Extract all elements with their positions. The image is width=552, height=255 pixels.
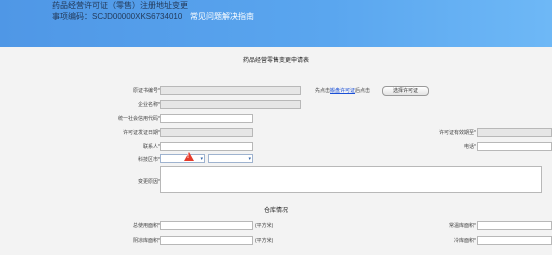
label-issue-date: 许可证发证日期* bbox=[123, 130, 160, 136]
hint-suffix: 后点击 bbox=[355, 88, 371, 94]
label-credit-code: 统一社会信用代码* bbox=[118, 116, 160, 122]
label-validity: 许可证有效期至* bbox=[439, 130, 476, 136]
hint-prefix: 先点击 bbox=[315, 88, 331, 94]
chevron-down-icon: ▾ bbox=[248, 156, 251, 162]
warning-exclamation: ! bbox=[187, 154, 189, 160]
normal-area-field[interactable] bbox=[477, 221, 552, 230]
phone-field[interactable] bbox=[477, 142, 552, 151]
warning-triangle-icon bbox=[184, 152, 194, 161]
label-contact: 联系人* bbox=[143, 144, 160, 150]
issue-date-field bbox=[160, 128, 253, 137]
select-license-hint: 先点击搬盘许可证后点击 bbox=[315, 87, 370, 94]
faq-link[interactable]: 常见问题解决指南 bbox=[190, 11, 254, 22]
browse-license-link[interactable]: 搬盘许可证 bbox=[330, 88, 355, 94]
contact-field[interactable] bbox=[160, 142, 253, 151]
chevron-down-icon: ▾ bbox=[200, 156, 203, 162]
item-code: 事项编码：SCJD00000XKS6734010 bbox=[52, 12, 183, 21]
label-total-area: 总使用面积* bbox=[133, 223, 160, 229]
yin-area-field[interactable] bbox=[160, 236, 253, 245]
change-reason-textarea[interactable] bbox=[160, 166, 542, 193]
form-panel: 药品经营零售变更申请表 原证书编号* 先点击搬盘许可证后点击 选择许可证 企业名… bbox=[0, 47, 552, 255]
yin-area-unit: (平方米) bbox=[255, 238, 274, 244]
total-area-field[interactable] bbox=[160, 221, 253, 230]
label-phone: 电话* bbox=[464, 144, 476, 150]
city-select[interactable]: ▾ bbox=[160, 154, 205, 163]
label-yin-area: 阴凉库面积* bbox=[133, 238, 160, 244]
credit-code-field[interactable] bbox=[160, 114, 253, 123]
label-company-name: 企业名称* bbox=[138, 102, 160, 108]
form-title: 药品经营零售变更申请表 bbox=[242, 58, 309, 64]
validity-field bbox=[477, 128, 552, 137]
select-license-button[interactable]: 选择许可证 bbox=[382, 86, 429, 96]
label-change-reason: 变更原因* bbox=[138, 179, 160, 185]
district-select[interactable]: ▾ bbox=[208, 154, 253, 163]
company-name-field bbox=[160, 100, 301, 109]
label-orig-cert-no: 原证书编号* bbox=[133, 88, 160, 94]
label-cold-area: 冷库面积* bbox=[454, 238, 476, 244]
label-normal-area: 常温库面积* bbox=[449, 223, 476, 229]
total-area-unit: (平方米) bbox=[255, 223, 274, 229]
page-title: 药品经营许可证（零售）注册地址变更 bbox=[52, 1, 188, 10]
orig-cert-no-field bbox=[160, 86, 301, 95]
cold-area-field[interactable] bbox=[477, 236, 552, 245]
warehouse-section-title: 仓库情况 bbox=[263, 208, 288, 214]
label-district: 科技区市* bbox=[138, 157, 160, 163]
page-header: 药品经营许可证（零售）注册地址变更 事项编码：SCJD00000XKS67340… bbox=[0, 0, 552, 47]
